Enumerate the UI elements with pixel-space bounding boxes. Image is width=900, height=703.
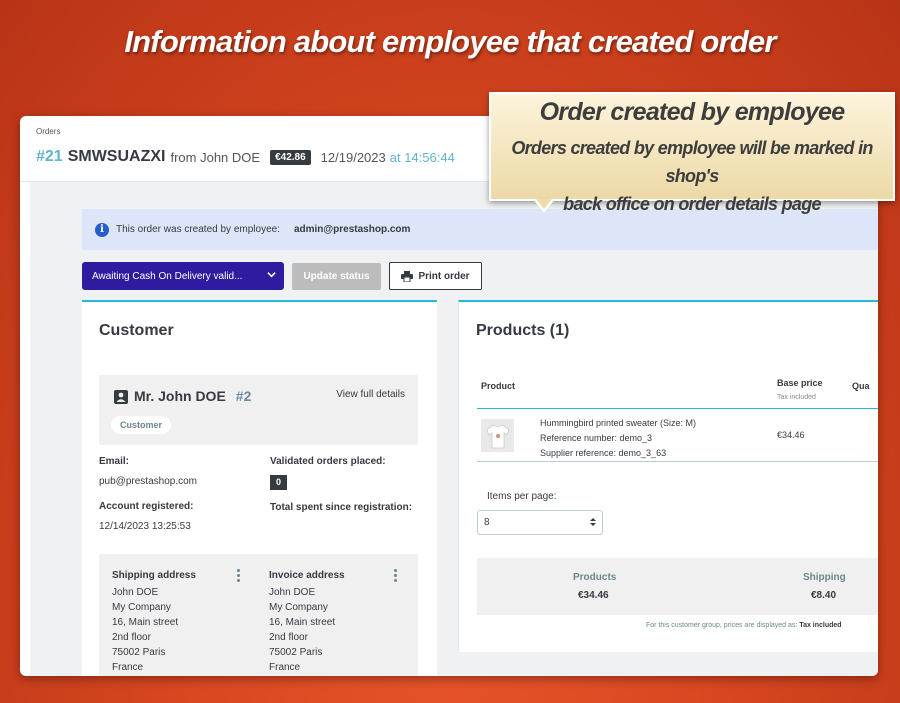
shipping-total-label: Shipping: [803, 572, 846, 583]
products-total-value: €34.46: [578, 590, 609, 601]
account-registered-value: 12/14/2023 13:25:53: [99, 521, 191, 532]
address-line: John DOE: [269, 587, 316, 598]
tax-display-note: For this customer group, prices are disp…: [646, 622, 842, 629]
invoice-menu-icon[interactable]: [394, 569, 398, 584]
account-registered-label: Account registered:: [99, 501, 194, 512]
sweater-icon: [486, 424, 509, 448]
order-reference: SMWSUAZXI: [67, 148, 166, 165]
view-full-details-link[interactable]: View full details: [336, 389, 405, 400]
products-card: Products (1) Product Base price Tax incl…: [458, 300, 878, 652]
callout-title: Order created by employee: [539, 98, 846, 126]
address-line: France: [269, 662, 301, 673]
product-name[interactable]: Hummingbird printed sweater (Size: M): [540, 416, 696, 431]
status-value: Awaiting Cash On Delivery valid...: [92, 270, 243, 282]
shipping-total-value: €8.40: [811, 590, 837, 601]
product-thumbnail: [481, 419, 514, 452]
email-label: Email:: [99, 456, 130, 467]
address-line: 2nd floor: [269, 632, 308, 643]
col-base-price-sub: Tax included: [777, 394, 816, 401]
table-row-divider: [477, 461, 878, 462]
product-supplier-reference: Supplier reference: demo_3_63: [540, 448, 667, 458]
breadcrumb[interactable]: Orders: [36, 127, 60, 136]
shipping-address: Shipping address John DOE My Company 16,…: [112, 568, 196, 675]
customer-id: #2: [235, 388, 252, 404]
address-line: John DOE: [112, 587, 159, 598]
items-per-page-select[interactable]: 8: [477, 510, 603, 535]
shipping-address-heading: Shipping address: [112, 570, 196, 581]
employee-email: admin@prestashop.com: [293, 224, 411, 235]
col-base-price: Base price: [777, 378, 823, 388]
update-status-button[interactable]: Update status: [292, 263, 381, 290]
order-customer: from John DOE: [170, 149, 261, 165]
address-line: My Company: [269, 602, 328, 613]
shipping-menu-icon[interactable]: [237, 569, 241, 584]
col-product: Product: [481, 381, 516, 391]
select-arrows-icon: [590, 518, 596, 526]
print-order-label: Print order: [418, 270, 470, 282]
col-quantity: Qua: [852, 381, 870, 391]
printer-icon: [401, 270, 414, 282]
invoice-address: Invoice address John DOE My Company 16, …: [269, 568, 345, 675]
address-line: 16, Main street: [269, 617, 336, 628]
items-per-page-label: Items per page:: [487, 491, 557, 502]
product-base-price: €34.46: [777, 430, 805, 440]
alert-text: This order was created by employee:: [116, 224, 280, 235]
email-value[interactable]: pub@prestashop.com: [99, 476, 197, 487]
callout-pointer-fill: [536, 199, 552, 209]
order-totals: Products €34.46 Shipping €8.40: [477, 558, 878, 615]
address-line: 75002 Paris: [112, 647, 166, 658]
order-total-badge: €42.86: [270, 149, 311, 165]
customer-name: Mr. John DOE: [134, 388, 226, 404]
customer-name-line: Mr. John DOE #2: [134, 388, 251, 404]
callout-line: Orders created by employee will be marke…: [511, 138, 873, 186]
addresses-box: Shipping address John DOE My Company 16,…: [99, 554, 418, 676]
validated-orders-label: Validated orders placed:: [270, 456, 386, 467]
address-line: 75002 Paris: [269, 647, 323, 658]
order-number: #21: [36, 148, 63, 165]
product-reference: Reference number: demo_3: [540, 433, 653, 443]
tax-note-text: For this customer group, prices are disp…: [646, 622, 798, 629]
products-card-title: Products (1): [476, 322, 570, 339]
total-spent-label: Total spent since registration:: [270, 502, 413, 513]
customer-card: Customer Mr. John DOE #2 View full detail…: [82, 300, 437, 676]
order-title: #21 SMWSUAZXI from John DOE €42.86 12/19…: [36, 148, 455, 166]
items-per-page-value: 8: [484, 517, 490, 528]
tax-note-mode: Tax included: [799, 622, 842, 629]
callout-box: Order created by employee Orders created…: [489, 92, 895, 214]
order-content: i This order was created by employee: ad…: [30, 182, 878, 676]
validated-orders-count: 0: [270, 475, 287, 490]
order-time: at 14:56:44: [389, 149, 455, 165]
page-headline: Information about employee that created …: [124, 24, 776, 59]
products-total-label: Products: [573, 572, 617, 583]
address-line: 16, Main street: [112, 617, 179, 628]
print-order-button[interactable]: Print order: [389, 262, 482, 290]
table-header-divider: [477, 408, 878, 409]
info-icon: i: [95, 222, 109, 237]
customer-card-title: Customer: [99, 322, 174, 339]
order-status-select[interactable]: Awaiting Cash On Delivery valid...: [82, 262, 284, 290]
address-line: 2nd floor: [112, 632, 151, 643]
invoice-address-heading: Invoice address: [269, 570, 345, 581]
address-line: France: [112, 662, 144, 673]
chevron-down-icon: [267, 272, 276, 278]
order-date: 12/19/2023: [320, 149, 386, 165]
product-details: Hummingbird printed sweater (Size: M) Re…: [540, 416, 696, 461]
person-card-icon: [114, 390, 128, 404]
address-line: My Company: [112, 602, 171, 613]
customer-summary: Mr. John DOE #2 View full details Custome…: [99, 375, 418, 445]
customer-group-badge: Customer: [111, 416, 172, 434]
